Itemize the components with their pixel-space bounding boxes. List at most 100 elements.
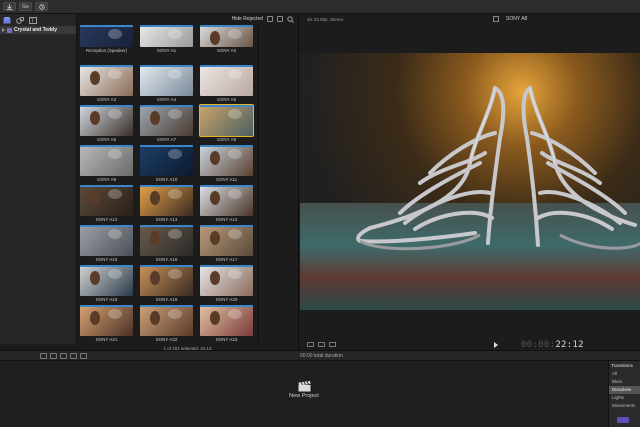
clip-thumbnail[interactable]: SONY A22 xyxy=(140,305,193,343)
clip-filmstrip[interactable] xyxy=(140,265,193,296)
clip-thumbnail[interactable]: SONY A20 xyxy=(200,265,253,304)
clip-name: SONY A22 xyxy=(155,337,178,342)
clip-filmstrip[interactable] xyxy=(80,305,133,336)
face-shape xyxy=(90,271,100,285)
transition-category[interactable]: All xyxy=(609,370,640,378)
transform-icon[interactable] xyxy=(318,342,325,347)
timecode-display[interactable]: 00:00:22:12 xyxy=(521,340,584,350)
clip-filmstrip[interactable] xyxy=(200,305,253,336)
clip-name: SONY A20 xyxy=(215,297,238,302)
library-item[interactable]: Crystal and Teddy xyxy=(0,26,76,34)
connect-icon[interactable] xyxy=(40,353,47,359)
clip-name: SONY A8 xyxy=(216,137,237,142)
clip-filmstrip[interactable] xyxy=(140,185,193,216)
clip-thumbnail[interactable]: SONY A18 xyxy=(80,265,133,304)
view-options-icon[interactable] xyxy=(307,342,314,347)
clip-filmstrip[interactable] xyxy=(140,145,193,176)
face-shape xyxy=(210,31,220,45)
clip-thumbnail[interactable]: SONY A23 xyxy=(200,305,253,343)
background-tasks-button[interactable] xyxy=(35,2,48,11)
clip-thumbnail[interactable]: SONY A2 xyxy=(200,25,253,55)
clip-thumbnail[interactable]: SONY A15 xyxy=(80,225,133,264)
clip-thumbnail[interactable]: SONY A21 xyxy=(80,305,133,343)
timecode-leading: 00:00: xyxy=(521,340,556,350)
clip-thumbnail[interactable]: SONY A14 xyxy=(200,185,253,224)
clip-thumbnail[interactable]: SONY A7 xyxy=(140,105,193,144)
clip-icon xyxy=(493,16,499,22)
highlight-shape xyxy=(168,189,182,199)
titles-generators-icon[interactable]: T xyxy=(29,16,37,24)
clip-thumbnail[interactable]: SONY A8 xyxy=(199,104,254,144)
clip-thumbnail[interactable]: SONY A13 xyxy=(140,185,193,224)
clip-filmstrip[interactable] xyxy=(140,65,193,96)
clip-thumbnail[interactable]: SONY A9 xyxy=(80,145,133,184)
clip-thumbnail[interactable]: SONY A6 xyxy=(80,105,133,144)
viewer-header: 4K 23.98p, Stereo SONY A8 xyxy=(299,14,640,24)
clip-thumbnail[interactable]: SONY A1 xyxy=(140,25,193,55)
clip-thumbnail[interactable]: Reception (Speaker) xyxy=(80,25,133,55)
clip-name: SONY A1 xyxy=(156,48,177,53)
transitions-action-button[interactable] xyxy=(617,417,629,423)
play-button[interactable] xyxy=(494,342,498,348)
browser-scrollbar[interactable] xyxy=(257,25,259,343)
sidebar-tabs: T xyxy=(0,14,76,26)
clip-thumbnail[interactable]: SONY A10 xyxy=(140,145,193,184)
select-tool-icon[interactable] xyxy=(80,353,87,359)
clip-thumbnail[interactable]: SONY A19 xyxy=(140,265,193,304)
search-icon[interactable] xyxy=(287,15,294,23)
append-icon[interactable] xyxy=(60,353,67,359)
highlight-shape xyxy=(168,309,182,319)
keyword-button[interactable]: Go xyxy=(19,2,32,11)
viewer: 4K 23.98p, Stereo SONY A8 00:00:22:12 xyxy=(298,14,640,358)
clip-filmstrip[interactable] xyxy=(200,25,253,47)
clip-thumbnail[interactable]: SONY A17 xyxy=(200,225,253,264)
video-frame[interactable] xyxy=(300,53,640,310)
clip-thumbnail[interactable]: SONY A4 xyxy=(140,65,193,104)
list-view-icon[interactable] xyxy=(277,16,283,22)
background-tasks-icon xyxy=(38,3,45,10)
speed-icon[interactable] xyxy=(329,342,336,347)
clip-filmstrip[interactable] xyxy=(80,65,133,96)
clip-thumbnail[interactable]: SONY A16 xyxy=(140,225,193,264)
clip-filmstrip[interactable] xyxy=(200,65,253,96)
clip-filmstrip[interactable] xyxy=(140,305,193,336)
libraries-icon[interactable] xyxy=(3,16,11,24)
clip-filmstrip[interactable] xyxy=(80,185,133,216)
clip-thumbnail[interactable]: SONY A12 xyxy=(80,185,133,224)
transition-category[interactable]: Lights xyxy=(609,394,640,402)
clip-filmstrip[interactable] xyxy=(199,104,254,137)
clip-filmstrip[interactable] xyxy=(200,225,253,256)
highlight-shape xyxy=(168,29,182,39)
new-project-button[interactable]: New Project xyxy=(288,379,320,399)
insert-icon[interactable] xyxy=(50,353,57,359)
clip-thumbnail[interactable]: SONY A5 xyxy=(200,65,253,104)
clip-filmstrip[interactable] xyxy=(80,145,133,176)
new-project-label: New Project xyxy=(289,393,319,399)
clip-filmstrip[interactable] xyxy=(140,25,193,47)
transition-category[interactable]: Dissolves xyxy=(609,386,640,394)
overwrite-icon[interactable] xyxy=(70,353,77,359)
clip-filmstrip[interactable] xyxy=(200,185,253,216)
clip-thumbnail[interactable]: SONY A3 xyxy=(80,65,133,104)
clip-filmstrip[interactable] xyxy=(80,265,133,296)
transition-category[interactable]: Blurs xyxy=(609,378,640,386)
clip-filmstrip[interactable] xyxy=(140,105,193,136)
clip-filmstrip[interactable] xyxy=(80,225,133,256)
clip-filmstrip[interactable] xyxy=(80,25,133,47)
highlight-shape xyxy=(108,29,122,39)
clip-name: SONY A13 xyxy=(155,217,178,222)
clip-thumbnail[interactable]: SONY A11 xyxy=(200,145,253,184)
photos-audio-icon[interactable] xyxy=(16,16,24,24)
format-info: 4K 23.98p, Stereo xyxy=(307,16,344,22)
clip-filmstrip[interactable] xyxy=(200,265,253,296)
svg-text:T: T xyxy=(31,18,34,24)
clip-filmstrip[interactable] xyxy=(80,105,133,136)
disclosure-triangle-icon[interactable] xyxy=(2,28,5,32)
transition-category[interactable]: Movements xyxy=(609,402,640,410)
clip-appearance-icon[interactable] xyxy=(267,16,273,22)
import-button[interactable] xyxy=(3,2,16,11)
clip-filmstrip[interactable] xyxy=(200,145,253,176)
highlight-shape xyxy=(108,109,122,119)
clip-filter-dropdown[interactable]: Hide Rejected xyxy=(232,16,263,22)
clip-filmstrip[interactable] xyxy=(140,225,193,256)
